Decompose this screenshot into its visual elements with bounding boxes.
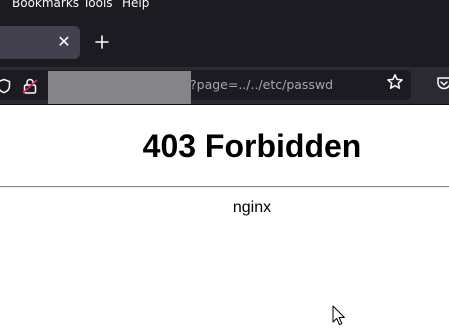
star-icon[interactable] [386,73,404,91]
new-tab-button[interactable] [90,30,114,54]
lock-icon[interactable] [21,77,39,95]
close-icon[interactable]: ✕ [56,32,72,52]
url-text[interactable]: ?page=../../etc/passwd [190,77,333,92]
plus-icon [95,35,109,49]
page-title: 403 Forbidden [142,128,362,164]
menu-tools[interactable]: Tools [83,0,113,10]
menu-bookmarks[interactable]: Bookmarks [12,0,79,10]
page-content: 403 Forbidden nginx [0,105,449,330]
navigation-toolbar: ?page=../../etc/passwd [0,67,449,116]
active-tab[interactable]: ✕ [0,26,80,59]
shield-icon[interactable] [0,78,11,94]
tab-bar: ✕ [0,12,449,67]
horizontal-rule [0,186,449,188]
menu-help[interactable]: Help [122,0,149,10]
menu-bar: Bookmarks Tools Help [0,0,449,12]
mouse-cursor-icon [332,305,345,326]
server-name: nginx [232,199,272,216]
pocket-icon[interactable] [436,75,449,91]
